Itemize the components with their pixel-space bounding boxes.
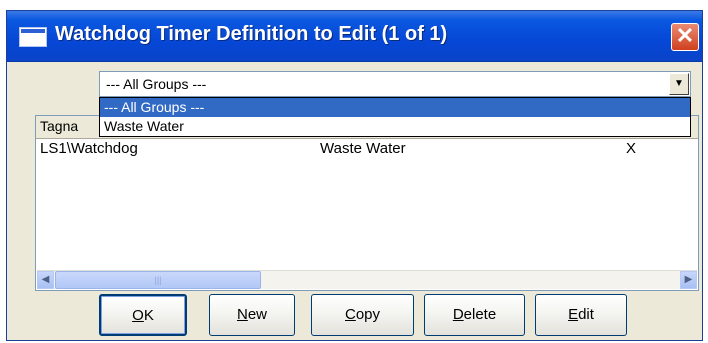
ok-button[interactable]: OK	[99, 294, 187, 336]
row-flag: X	[626, 140, 637, 157]
new-mnemonic: N	[236, 306, 248, 323]
close-button[interactable]: ✕	[671, 23, 699, 51]
watchdog-dialog: Watchdog Timer Definition to Edit (1 of …	[6, 10, 703, 341]
arrow-right-icon: ▶	[684, 274, 693, 285]
copy-label-rest: opy	[355, 306, 381, 323]
window-title: Watchdog Timer Definition to Edit (1 of …	[55, 23, 448, 45]
title-bar[interactable]: Watchdog Timer Definition to Edit (1 of …	[7, 11, 702, 62]
scroll-right-button[interactable]: ▶	[680, 271, 697, 289]
edit-button[interactable]: Edit	[535, 294, 627, 336]
scrollbar-thumb[interactable]: |||	[55, 271, 261, 289]
dropdown-option-all-groups[interactable]: --- All Groups ---	[100, 98, 690, 117]
row-tagname: LS1\Watchdog	[40, 140, 138, 157]
ok-mnemonic: O	[132, 307, 144, 324]
watchdog-list[interactable]: Tagna LS1\Watchdog Waste Water X ◀ ||| ▶	[35, 115, 699, 291]
ok-label-rest: K	[143, 307, 154, 324]
delete-label-rest: elete	[463, 306, 497, 323]
table-row[interactable]: LS1\Watchdog Waste Water X	[36, 140, 698, 160]
delete-mnemonic: D	[452, 306, 464, 323]
row-group: Waste Water	[320, 140, 406, 157]
group-combobox[interactable]: --- All Groups --- ▼	[99, 71, 691, 97]
dropdown-arrow-button[interactable]: ▼	[669, 73, 689, 95]
edit-label-rest: dit	[578, 306, 594, 323]
group-combobox-value: --- All Groups ---	[106, 76, 207, 92]
grip-icon: |||	[154, 275, 162, 285]
window-icon	[19, 27, 47, 47]
close-icon: ✕	[675, 23, 695, 48]
arrow-left-icon: ◀	[41, 274, 50, 285]
copy-button[interactable]: Copy	[311, 294, 414, 336]
chevron-down-icon: ▼	[674, 78, 684, 89]
copy-mnemonic: C	[344, 306, 356, 323]
delete-button[interactable]: Delete	[424, 294, 525, 336]
edit-mnemonic: E	[568, 306, 579, 323]
column-header-tagname[interactable]: Tagna	[40, 118, 78, 134]
horizontal-scrollbar[interactable]: ◀ ||| ▶	[37, 270, 697, 289]
scroll-left-button[interactable]: ◀	[37, 271, 54, 289]
new-label-rest: ew	[247, 306, 268, 323]
new-button[interactable]: New	[209, 294, 295, 336]
group-dropdown-list[interactable]: --- All Groups --- Waste Water	[99, 97, 691, 137]
dropdown-option-waste-water[interactable]: Waste Water	[100, 117, 690, 136]
